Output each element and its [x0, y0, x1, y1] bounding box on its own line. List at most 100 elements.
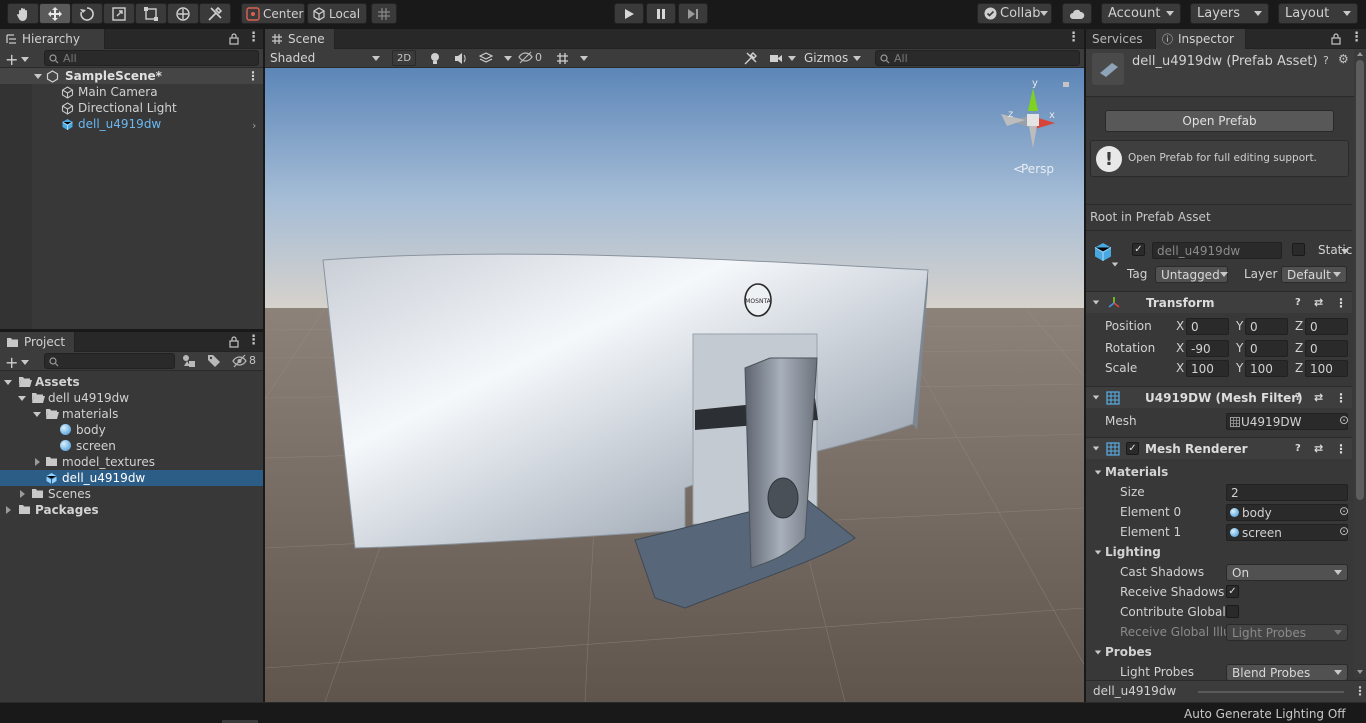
tab-inspector[interactable]: ⓘ Inspector	[1156, 29, 1246, 49]
rotate-tool-button[interactable]	[71, 3, 103, 24]
lightbulb-icon[interactable]	[429, 52, 441, 65]
transform-header[interactable]: Transform ? ⇄ ⋮	[1086, 291, 1352, 313]
active-checkbox[interactable]: ✓	[1132, 243, 1145, 256]
status-text[interactable]: Auto Generate Lighting Off	[1184, 707, 1346, 721]
tag-dropdown[interactable]: Untagged	[1155, 266, 1228, 283]
chevron-down-icon[interactable]	[1094, 550, 1102, 555]
audio-icon[interactable]	[454, 52, 468, 65]
object-name-field[interactable]: dell_u4919dw	[1152, 242, 1282, 259]
chevron-down-icon[interactable]	[21, 360, 29, 365]
cast-shadows-dropdown[interactable]: On	[1226, 564, 1348, 581]
tab-hierarchy[interactable]: Hierarchy	[0, 29, 105, 49]
rotation-z-field[interactable]: 0	[1305, 340, 1348, 357]
move-tool-button[interactable]	[39, 3, 71, 24]
scene-viewport[interactable]: MOSNTA y x z < Persp	[265, 68, 1084, 702]
chevron-right-icon[interactable]	[20, 490, 25, 498]
chevron-down-icon[interactable]	[34, 74, 42, 79]
help-icon[interactable]: ?	[1295, 297, 1301, 308]
chevron-down-icon[interactable]	[1111, 262, 1119, 267]
rotation-x-field[interactable]: -90	[1186, 340, 1229, 357]
chevron-down-icon[interactable]	[1341, 249, 1349, 254]
hierarchy-search-input[interactable]: All	[44, 50, 259, 66]
pause-button[interactable]	[646, 3, 676, 24]
rotation-y-field[interactable]: 0	[1245, 340, 1288, 357]
project-item-scenes[interactable]: Scenes	[0, 486, 263, 502]
account-dropdown[interactable]: Account	[1101, 3, 1181, 24]
hand-tool-button[interactable]	[7, 3, 39, 24]
scale-y-field[interactable]: 100	[1245, 360, 1288, 377]
layer-dropdown[interactable]: Default	[1281, 266, 1347, 283]
mesh-renderer-enabled-checkbox[interactable]: ✓	[1126, 442, 1139, 455]
preset-icon[interactable]: ⇄	[1314, 442, 1323, 455]
element1-field[interactable]: screen	[1226, 524, 1348, 541]
grid-snap-button[interactable]	[371, 3, 397, 24]
chevron-down-icon[interactable]	[21, 57, 29, 62]
lock-icon[interactable]	[228, 32, 240, 45]
2d-toggle[interactable]: 2D	[392, 50, 416, 66]
effects-icon[interactable]	[479, 52, 493, 65]
project-item-dell-u4919dw-folder[interactable]: dell u4919dw	[0, 390, 263, 406]
pivot-center-toggle[interactable]: Center	[241, 3, 305, 24]
shading-mode-dropdown[interactable]: Shaded	[265, 49, 385, 67]
chevron-down-icon[interactable]	[1094, 650, 1102, 655]
project-item-assets[interactable]: Assets	[0, 374, 263, 390]
scale-tool-button[interactable]	[103, 3, 135, 24]
size-field[interactable]: 2	[1226, 484, 1348, 501]
probes-foldout[interactable]: Probes	[1105, 645, 1152, 659]
panel-menu-icon[interactable]: ⋮	[1350, 30, 1363, 45]
custom-tool-button[interactable]	[199, 3, 231, 24]
scale-z-field[interactable]: 100	[1305, 360, 1348, 377]
chevron-right-icon[interactable]: ›	[252, 119, 256, 132]
tab-scene[interactable]: Scene	[265, 29, 335, 49]
grid-icon[interactable]	[556, 52, 569, 65]
scale-x-field[interactable]: 100	[1186, 360, 1229, 377]
project-item-packages[interactable]: Packages	[0, 502, 263, 518]
filter-by-label-icon[interactable]	[207, 354, 221, 368]
scrollbar-thumb[interactable]	[1356, 60, 1364, 500]
layout-dropdown[interactable]: Layout	[1278, 3, 1358, 24]
footer-menu-icon[interactable]: ⋮	[1354, 684, 1366, 698]
position-z-field[interactable]: 0	[1305, 318, 1348, 335]
chevron-down-icon[interactable]	[18, 396, 26, 401]
chevron-down-icon[interactable]	[33, 412, 41, 417]
project-item-screen[interactable]: screen	[0, 438, 263, 454]
component-menu-icon[interactable]: ⋮	[1335, 391, 1347, 405]
component-menu-icon[interactable]: ⋮	[1335, 442, 1347, 456]
help-icon[interactable]: ?	[1323, 54, 1329, 67]
rect-tool-button[interactable]	[135, 3, 167, 24]
open-prefab-button[interactable]: Open Prefab	[1105, 110, 1334, 132]
project-item-body[interactable]: body	[0, 422, 263, 438]
hidden-eye-icon[interactable]	[232, 354, 247, 368]
scene-menu-icon[interactable]: ⋮	[247, 69, 259, 83]
settings-icon[interactable]: ⚙	[1338, 52, 1349, 66]
lock-icon[interactable]	[228, 335, 240, 348]
mesh-filter-header[interactable]: U4919DW (Mesh Filter) ? ⇄ ⋮	[1086, 386, 1352, 408]
scene-search-input[interactable]: All	[875, 50, 1080, 66]
receive-shadows-checkbox[interactable]: ✓	[1226, 585, 1239, 598]
persp-label[interactable]: Persp	[1021, 162, 1054, 176]
chevron-right-icon[interactable]	[35, 458, 40, 466]
mesh-renderer-header[interactable]: ✓ Mesh Renderer ? ⇄ ⋮	[1086, 437, 1352, 459]
inspector-scrollbar[interactable]	[1354, 50, 1366, 678]
object-picker-icon[interactable]: ⊙	[1339, 504, 1349, 518]
chevron-right-icon[interactable]	[6, 506, 11, 514]
position-x-field[interactable]: 0	[1186, 318, 1229, 335]
layers-dropdown[interactable]: Layers	[1190, 3, 1269, 24]
static-checkbox[interactable]	[1292, 243, 1305, 256]
hidden-objects-toggle[interactable]: 0	[518, 51, 542, 64]
chevron-down-icon[interactable]	[788, 56, 796, 61]
help-icon[interactable]: ?	[1295, 392, 1301, 403]
step-button[interactable]	[678, 3, 708, 24]
project-item-dell-u4919dw-prefab[interactable]: dell_u4919dw	[0, 470, 263, 486]
gizmos-dropdown[interactable]: Gizmos	[800, 49, 865, 67]
preset-icon[interactable]: ⇄	[1314, 391, 1323, 404]
hierarchy-item-dell-u4919dw[interactable]: dell_u4919dw ›	[0, 116, 263, 132]
help-icon[interactable]: ?	[1295, 443, 1301, 454]
mesh-object-field[interactable]: U4919DW	[1226, 413, 1348, 430]
materials-foldout[interactable]: Materials	[1105, 465, 1168, 479]
gizmo-lock-icon[interactable]	[1063, 82, 1069, 87]
component-menu-icon[interactable]: ⋮	[1335, 296, 1347, 310]
lighting-foldout[interactable]: Lighting	[1105, 545, 1161, 559]
object-picker-icon[interactable]: ⊙	[1339, 413, 1349, 427]
camera-icon[interactable]	[769, 53, 783, 64]
